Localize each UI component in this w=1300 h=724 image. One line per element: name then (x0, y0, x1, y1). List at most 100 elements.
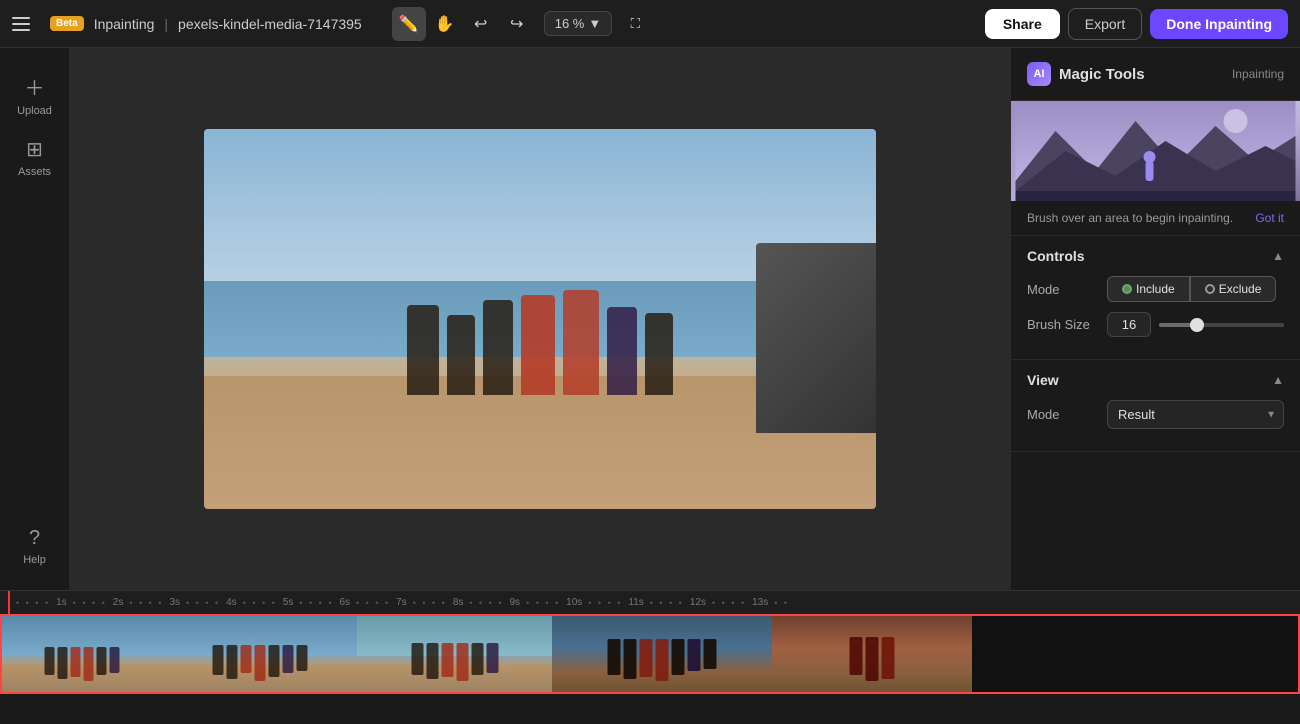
redo-button[interactable]: ↪ (500, 7, 534, 41)
ruler-11s: 11s (628, 597, 643, 608)
sidebar-upload-label: Upload (17, 105, 52, 117)
bottom-area: • • • • 1s • • • • 2s • • • • 3s • • • •… (0, 590, 1300, 724)
person-7 (645, 313, 673, 395)
hint-area: Brush over an area to begin inpainting. … (1011, 201, 1300, 236)
panel-title: Magic Tools (1059, 66, 1145, 83)
controls-section: Controls ▲ Mode Include Exclude (1011, 236, 1300, 360)
include-mode-button[interactable]: Include (1107, 276, 1190, 302)
playhead (8, 591, 10, 614)
filmstrip-frame-1 (2, 616, 162, 694)
help-icon: ? (29, 527, 40, 550)
filmstrip-frame-5 (772, 616, 972, 694)
filmstrip-frame-4 (552, 616, 772, 694)
ruler-13s: 13s (752, 597, 768, 608)
ruler-dots-start: • • • • (16, 598, 50, 608)
ruler-9s: 9s (509, 597, 520, 608)
sidebar-item-help[interactable]: ? Help (7, 519, 63, 574)
rocks (756, 243, 876, 433)
frame-2-people (212, 645, 307, 681)
menu-icon[interactable] (12, 10, 40, 38)
filmstrip-frame-2 (162, 616, 357, 694)
person-5 (563, 290, 599, 395)
share-button[interactable]: Share (985, 9, 1060, 39)
assets-icon: ⊞ (26, 137, 43, 162)
ai-icon: AI (1027, 62, 1051, 86)
ruler-dots-13: • • • • (712, 598, 746, 608)
brush-tool-button[interactable]: ✏️ (392, 7, 426, 41)
view-section: View ▲ Mode Result Original Overlay ▼ (1011, 360, 1300, 452)
mode-label: Mode (1027, 282, 1107, 297)
person-1 (407, 305, 439, 395)
brush-size-label: Brush Size (1027, 317, 1107, 332)
view-mode-select[interactable]: Result Original Overlay (1107, 400, 1284, 429)
toolbar-tools: ✏️ ✋ ↩ ↪ 16 % ▼ ⛶ (392, 7, 653, 41)
controls-section-header[interactable]: Controls ▲ (1027, 248, 1284, 264)
sidebar-item-upload[interactable]: ＋ Upload (7, 64, 63, 125)
view-mode-row: Mode Result Original Overlay ▼ (1027, 400, 1284, 429)
brush-size-control: 16 (1107, 312, 1284, 337)
frame-3-people (411, 643, 498, 681)
preview-scene-svg (1011, 101, 1300, 201)
upload-icon: ＋ (25, 72, 45, 101)
sidebar-help-label: Help (23, 554, 46, 566)
ruler-dots-7: • • • • (356, 598, 390, 608)
ruler-2s: 2s (113, 597, 124, 608)
breadcrumb-sep: | (164, 16, 168, 32)
ruler-dots-5: • • • • (243, 598, 277, 608)
export-button[interactable]: Export (1068, 8, 1142, 40)
panel-title-row: AI Magic Tools (1027, 62, 1145, 86)
zoom-indicator[interactable]: 16 % ▼ (544, 11, 613, 36)
mode-row: Mode Include Exclude (1027, 276, 1284, 302)
people-silhouettes (407, 290, 673, 395)
person-2 (447, 315, 475, 395)
got-it-link[interactable]: Got it (1255, 211, 1284, 225)
bottom-dark (0, 694, 1300, 724)
include-dot-icon (1122, 284, 1132, 294)
ruler-marks-container: • • • • 1s • • • • 2s • • • • 3s • • • •… (8, 597, 1300, 608)
right-panel: AI Magic Tools Inpainting (1010, 48, 1300, 590)
preview-image (1011, 101, 1300, 201)
brush-size-value[interactable]: 16 (1107, 312, 1151, 337)
ruler-dots-10: • • • • (526, 598, 560, 608)
ruler-dots-3: • • • • (129, 598, 163, 608)
topbar-right: Share Export Done Inpainting (985, 8, 1288, 40)
ruler-dots-4: • • • • (186, 598, 220, 608)
ruler-3s: 3s (169, 597, 180, 608)
canvas-area[interactable] (70, 48, 1010, 590)
ruler-1s: 1s (56, 597, 67, 608)
ruler-dots-11: • • • • (588, 598, 622, 608)
sidebar-assets-label: Assets (18, 166, 51, 178)
filmstrip-frame-3 (357, 616, 552, 694)
breadcrumb-inpainting: Inpainting (94, 16, 155, 32)
ruler-4s: 4s (226, 597, 237, 608)
ruler-6s: 6s (339, 597, 350, 608)
undo-button[interactable]: ↩ (464, 7, 498, 41)
beta-badge: Beta (50, 16, 84, 31)
done-inpainting-button[interactable]: Done Inpainting (1150, 9, 1288, 39)
ruler-8s: 8s (453, 597, 464, 608)
frame-5-people (850, 637, 895, 681)
mode-buttons: Include Exclude (1107, 276, 1276, 302)
ruler-dots-12: • • • • (650, 598, 684, 608)
fullscreen-button[interactable]: ⛶ (618, 7, 652, 41)
hand-tool-button[interactable]: ✋ (428, 7, 462, 41)
ruler-dots-2: • • • • (73, 598, 107, 608)
controls-title: Controls (1027, 248, 1085, 264)
zoom-value: 16 % (555, 16, 585, 31)
frame-4-people (608, 639, 717, 681)
ruler-dots-8: • • • • (413, 598, 447, 608)
ruler-12s: 12s (690, 597, 706, 608)
main-content: ＋ Upload ⊞ Assets ? Help (0, 48, 1300, 590)
view-title: View (1027, 372, 1059, 388)
view-section-header[interactable]: View ▲ (1027, 372, 1284, 388)
exclude-mode-button[interactable]: Exclude (1190, 276, 1277, 302)
person-4 (521, 295, 555, 395)
timeline-strip[interactable] (0, 614, 1300, 694)
brush-slider-thumb[interactable] (1190, 318, 1204, 332)
canvas-image (204, 129, 876, 509)
brush-slider-track[interactable] (1159, 323, 1284, 327)
view-mode-select-wrapper: Result Original Overlay ▼ (1107, 400, 1284, 429)
controls-chevron-icon: ▲ (1272, 249, 1284, 263)
sidebar-item-assets[interactable]: ⊞ Assets (7, 129, 63, 186)
left-sidebar: ＋ Upload ⊞ Assets ? Help (0, 48, 70, 590)
